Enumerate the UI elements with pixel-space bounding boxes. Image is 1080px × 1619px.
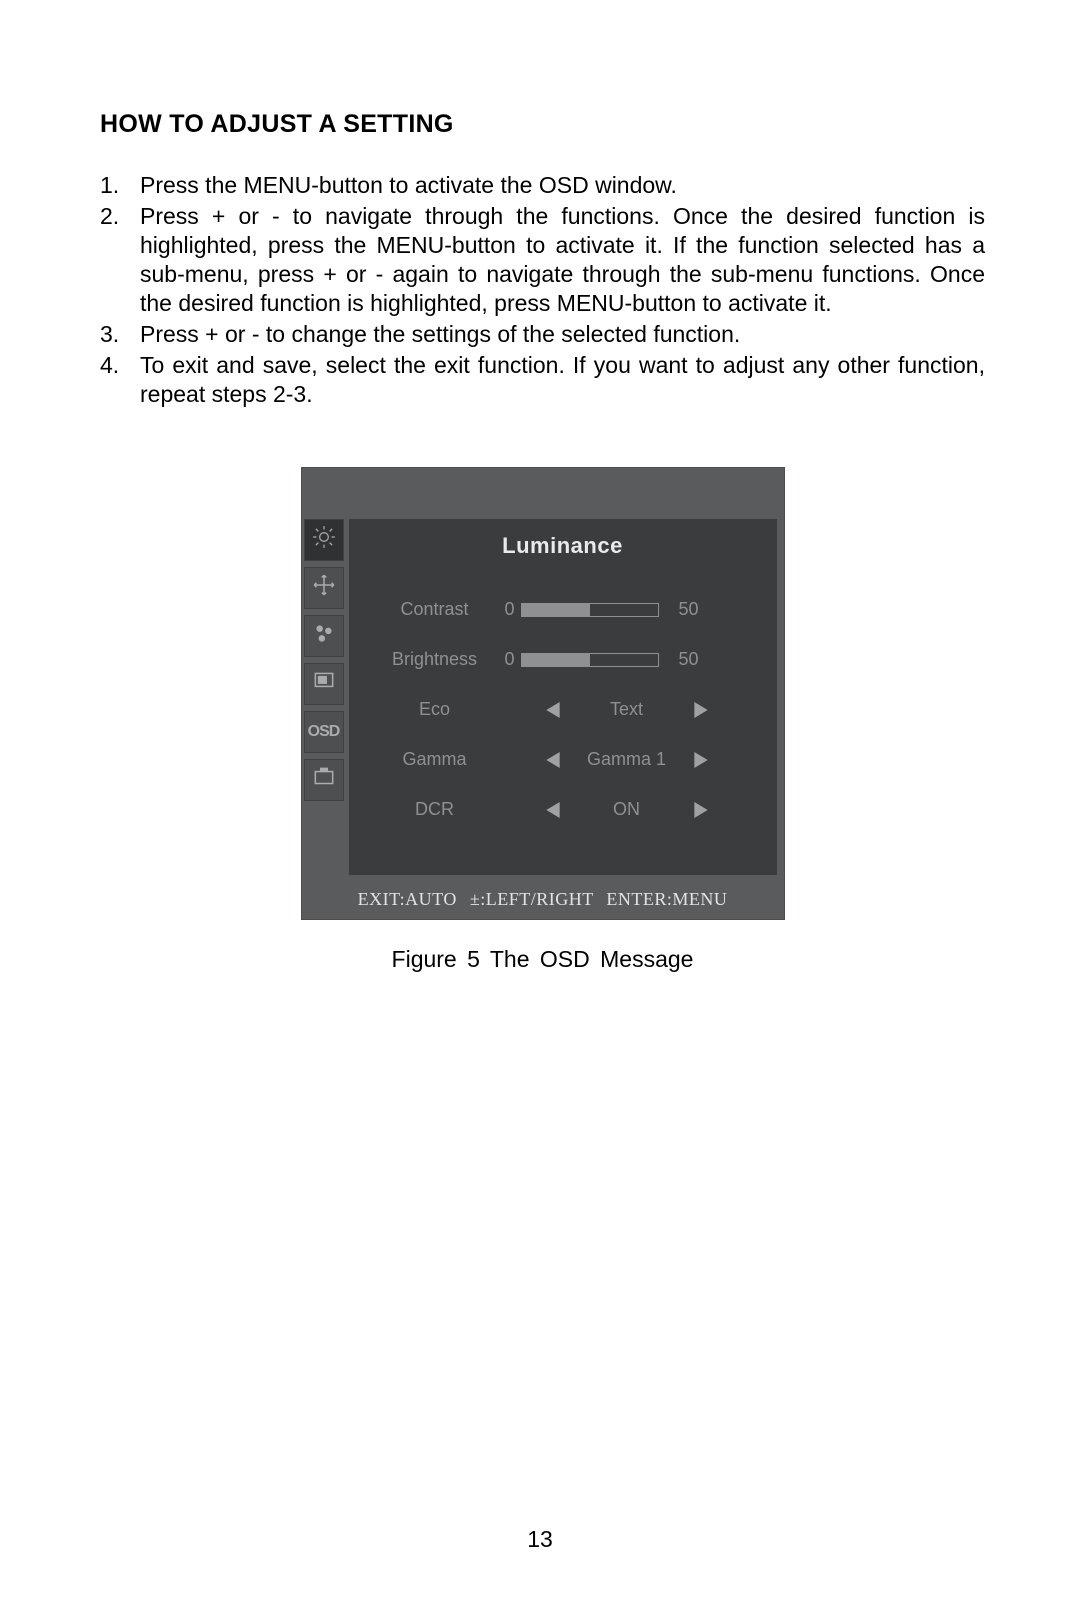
tab-color-temp[interactable] (304, 615, 344, 657)
tab-picture-boost[interactable] (304, 663, 344, 705)
osd-titlebar (301, 467, 785, 515)
slider-value: 50 (659, 599, 699, 620)
instruction-step: Press the MENU-button to activate the OS… (100, 171, 985, 200)
setting-contrast[interactable]: Contrast 0 50 (371, 585, 755, 635)
brightness-icon (311, 524, 337, 555)
figure-caption: Figure 5 The OSD Message (100, 946, 985, 973)
setting-label: Brightness (371, 649, 499, 670)
osd-footer-hints: EXIT:AUTO ±:LEFT/RIGHT ENTER:MENU (301, 883, 785, 920)
triangle-right-icon[interactable] (694, 702, 708, 718)
tab-image-setup[interactable] (304, 567, 344, 609)
tab-luminance[interactable] (304, 519, 344, 561)
slider-track[interactable] (521, 653, 659, 667)
setting-label: Eco (371, 699, 499, 720)
input-icon (311, 764, 337, 795)
instruction-list: Press the MENU-button to activate the OS… (100, 171, 985, 409)
range-min: 0 (499, 599, 521, 620)
choice-value: Gamma 1 (582, 749, 672, 770)
osd-panel-title: Luminance (371, 533, 755, 559)
osd-text-icon: OSD (308, 723, 340, 741)
setting-label: DCR (371, 799, 499, 820)
setting-gamma[interactable]: Gamma Gamma 1 (371, 735, 755, 785)
triangle-left-icon[interactable] (546, 702, 560, 718)
setting-dcr[interactable]: DCR ON (371, 785, 755, 835)
picture-frame-icon (311, 668, 337, 699)
setting-label: Gamma (371, 749, 499, 770)
instruction-step: To exit and save, select the exit functi… (100, 351, 985, 409)
triangle-left-icon[interactable] (546, 802, 560, 818)
osd-screenshot: OSD Luminance Contrast (301, 467, 785, 920)
instruction-step: Press + or - to navigate through the fun… (100, 202, 985, 318)
range-min: 0 (499, 649, 521, 670)
choice-value: Text (582, 699, 672, 720)
setting-label: Contrast (371, 599, 499, 620)
osd-panel: Luminance Contrast 0 50 Brightness 0 50 (349, 519, 777, 875)
color-dots-icon (311, 620, 337, 651)
setting-eco[interactable]: Eco Text (371, 685, 755, 735)
section-heading: HOW TO ADJUST A SETTING (100, 110, 985, 139)
slider-track[interactable] (521, 603, 659, 617)
page-number: 13 (0, 1526, 1080, 1553)
slider-fill (522, 654, 590, 666)
tab-extra[interactable] (304, 759, 344, 801)
triangle-right-icon[interactable] (694, 752, 708, 768)
instruction-step: Press + or - to change the settings of t… (100, 320, 985, 349)
triangle-left-icon[interactable] (546, 752, 560, 768)
slider-fill (522, 604, 590, 616)
move-arrows-icon (311, 572, 337, 603)
tab-osd-setup[interactable]: OSD (304, 711, 344, 753)
slider-value: 50 (659, 649, 699, 670)
setting-brightness[interactable]: Brightness 0 50 (371, 635, 755, 685)
choice-value: ON (582, 799, 672, 820)
triangle-right-icon[interactable] (694, 802, 708, 818)
osd-tab-strip: OSD (301, 515, 347, 883)
